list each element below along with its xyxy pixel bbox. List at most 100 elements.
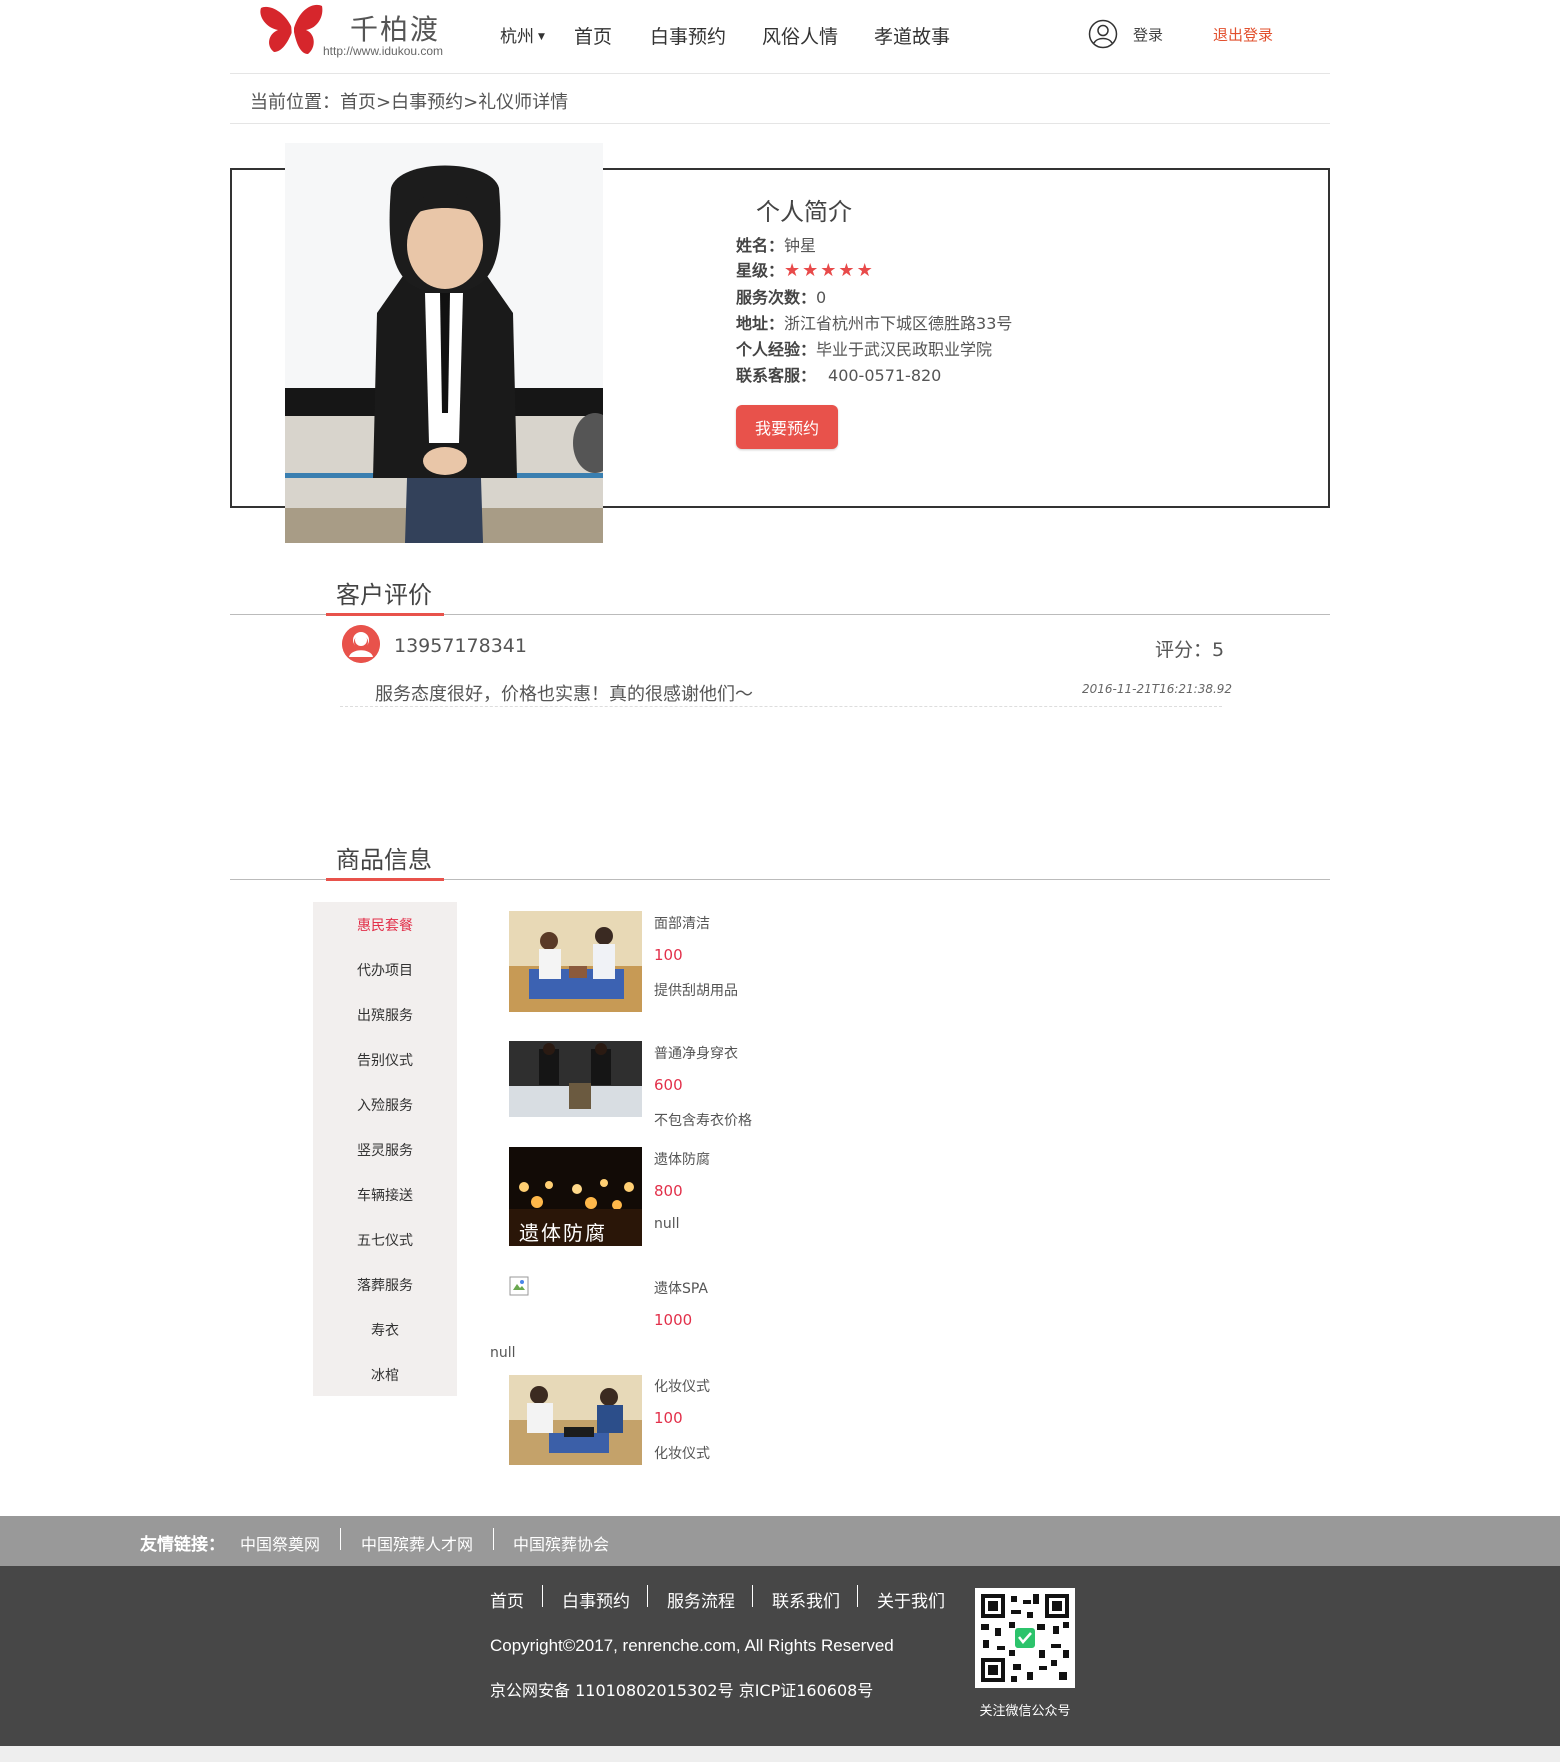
brand-name: 千柏渡 (350, 13, 441, 46)
footer-nav-separator (857, 1585, 858, 1607)
footer-nav-process[interactable]: 服务流程 (667, 1587, 735, 1612)
category-item[interactable]: 寿衣 (313, 1320, 457, 1340)
copyright: Copyright©2017, renrenche.com, All Right… (490, 1636, 894, 1655)
experience-row: 个人经验：毕业于武汉民政职业学院 (736, 336, 992, 360)
product-image[interactable] (509, 1375, 642, 1465)
goods-title-underline (326, 878, 444, 881)
intro-title: 个人简介 (756, 198, 852, 226)
reviews-title-underline (326, 613, 444, 616)
friend-links-label: 友情链接： (140, 1535, 225, 1555)
service-count-row: 服务次数：0 (736, 284, 826, 308)
product-name: 普通净身穿衣 (654, 1046, 738, 1062)
product-name: 化妆仪式 (654, 1379, 710, 1395)
address-row: 地址：浙江省杭州市下城区德胜路33号 (736, 310, 1012, 334)
breadcrumb: 当前位置：首页>白事预约>礼仪师详情 (250, 92, 569, 113)
nav-customs[interactable]: 风俗人情 (762, 22, 838, 49)
category-item[interactable]: 告别仪式 (313, 1050, 457, 1070)
friend-link[interactable]: 中国祭奠网 (240, 1531, 320, 1555)
nav-home[interactable]: 首页 (574, 22, 612, 49)
category-item[interactable]: 入殓服务 (313, 1095, 457, 1115)
city-label: 杭州 (500, 27, 534, 47)
experience-value: 毕业于武汉民政职业学院 (816, 340, 993, 359)
friend-link[interactable]: 中国殡葬协会 (513, 1531, 609, 1555)
address-value: 浙江省杭州市下城区德胜路33号 (784, 314, 1013, 333)
logout-link[interactable]: 退出登录 (1213, 24, 1273, 45)
experience-label: 个人经验： (736, 340, 817, 359)
service-count: 0 (816, 288, 827, 307)
product-desc: null (490, 1345, 516, 1361)
review-time: 2016-11-21T16:21:38.92 (1082, 682, 1233, 696)
name-row: 姓名：钟星 (736, 232, 816, 256)
product-price: 100 (654, 1409, 683, 1427)
product-desc: 提供刮胡用品 (654, 983, 738, 999)
nav-filial-stories[interactable]: 孝道故事 (874, 22, 950, 49)
link-separator (340, 1528, 341, 1550)
service-label: 服务次数： (736, 288, 817, 307)
footer-nav-home[interactable]: 首页 (490, 1587, 524, 1612)
footer-nav-contact[interactable]: 联系我们 (772, 1587, 840, 1612)
footer-nav-separator (542, 1585, 543, 1607)
category-item[interactable]: 代办项目 (313, 960, 457, 980)
product-desc: 不包含寿衣价格 (654, 1113, 752, 1129)
brand-url: http://www.idukou.com (323, 44, 444, 58)
product-desc: null (654, 1216, 680, 1232)
product-price: 800 (654, 1182, 683, 1200)
product-price: 100 (654, 946, 683, 964)
caret-down-icon: ▼ (538, 32, 545, 42)
product-image[interactable] (509, 911, 642, 1012)
user-icon[interactable] (1088, 19, 1118, 49)
friend-link[interactable]: 中国殡葬人才网 (361, 1531, 473, 1555)
qr-caption: 关注微信公众号 (979, 1704, 1071, 1719)
category-item[interactable]: 落葬服务 (313, 1275, 457, 1295)
star-rating: ★★★★★ (784, 260, 875, 281)
name-value: 钟星 (784, 236, 817, 255)
product-name: 遗体防腐 (654, 1152, 710, 1168)
category-item[interactable]: 车辆接送 (313, 1185, 457, 1205)
name-label: 姓名： (736, 236, 785, 255)
category-item[interactable]: 出殡服务 (313, 1005, 457, 1025)
review-score: 评分：5 (1155, 639, 1225, 661)
book-button[interactable]: 我要预约 (736, 405, 838, 449)
friend-links-bar (0, 1516, 1560, 1566)
footer-nav-about[interactable]: 关于我们 (877, 1587, 945, 1612)
star-label: 星级： (736, 261, 785, 280)
product-image-caption: 遗体防腐 (519, 1221, 607, 1245)
review-user: 13957178341 (394, 635, 527, 657)
product-price: 1000 (654, 1311, 693, 1329)
product-name: 遗体SPA (654, 1281, 709, 1297)
category-item[interactable]: 五七仪式 (313, 1230, 457, 1250)
product-price: 600 (654, 1076, 683, 1094)
hotline-value: 400-0571-820 (828, 366, 942, 385)
bottom-strip (0, 1746, 1560, 1762)
header-divider (230, 73, 1330, 74)
product-image[interactable] (509, 1041, 642, 1117)
footer-nav-separator (752, 1585, 753, 1607)
broken-image-icon[interactable] (509, 1276, 529, 1296)
review-text: 服务态度很好，价格也实惠！真的很感谢他们～ (375, 684, 753, 705)
product-name: 面部清洁 (654, 916, 710, 932)
hotline-row: 联系客服： 400-0571-820 (736, 362, 941, 386)
product-desc: 化妆仪式 (654, 1446, 710, 1462)
link-separator (493, 1528, 494, 1550)
hotline-label: 联系客服： (736, 366, 817, 385)
review-divider (340, 706, 1222, 707)
icp-license: 京公网安备 11010802015302号 京ICP证160608号 (490, 1681, 874, 1700)
qr-code (975, 1588, 1075, 1688)
nav-funeral-booking[interactable]: 白事预约 (650, 22, 726, 49)
breadcrumb-divider (230, 123, 1330, 124)
reviews-title: 客户评价 (336, 581, 432, 609)
goods-title: 商品信息 (336, 846, 432, 874)
category-item[interactable]: 冰棺 (313, 1365, 457, 1385)
profile-photo (285, 143, 603, 543)
footer-nav-separator (647, 1585, 648, 1607)
city-selector[interactable]: 杭州 ▼ (500, 22, 545, 47)
product-image[interactable]: 遗体防腐 (509, 1147, 642, 1246)
category-item[interactable]: 竖灵服务 (313, 1140, 457, 1160)
star-row: 星级：★★★★★ (736, 257, 875, 281)
footer-nav-booking[interactable]: 白事预约 (562, 1587, 630, 1612)
address-label: 地址： (736, 314, 785, 333)
butterfly-logo[interactable] (258, 2, 326, 58)
avatar-icon (342, 625, 380, 663)
login-link[interactable]: 登录 (1133, 24, 1163, 45)
category-item-active[interactable]: 惠民套餐 (313, 915, 457, 935)
